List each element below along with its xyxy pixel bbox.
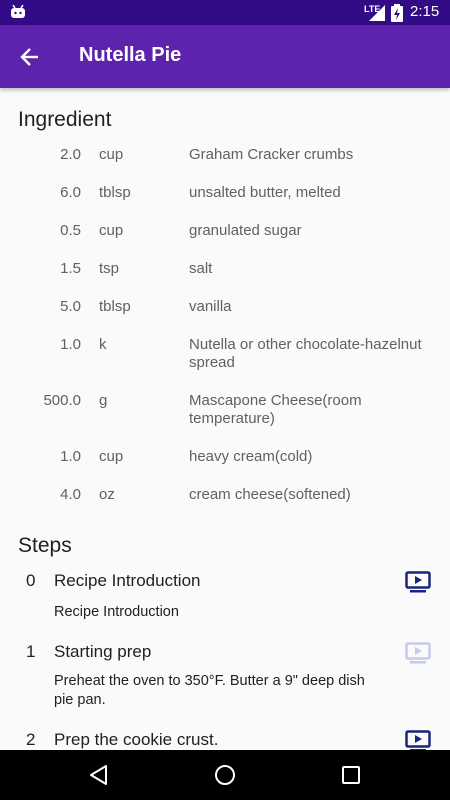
ingredient-unit: cup (99, 146, 124, 163)
ingredient-qty: 0.5 (60, 222, 81, 239)
step-description: Preheat the oven to 350°F. Butter a 9" d… (54, 673, 365, 708)
ingredient-name: vanilla (189, 298, 232, 315)
ingredient-qty: 2.0 (60, 146, 81, 163)
ingredient-unit: k (99, 336, 107, 353)
ingredient-unit: tblsp (99, 298, 131, 315)
video-icon[interactable] (405, 571, 431, 593)
video-icon-disabled (405, 642, 431, 664)
circle-home-icon[interactable] (213, 763, 237, 787)
ingredient-unit: cup (99, 222, 124, 239)
video-icon[interactable] (405, 730, 431, 750)
ingredient-name: Mascapone Cheese(room temperature) (189, 392, 362, 427)
ingredient-unit: tsp (99, 260, 120, 277)
ingredient-name: Graham Cracker crumbs (189, 146, 354, 163)
system-nav-bar (0, 750, 450, 800)
ingredient-unit: tblsp (99, 184, 131, 201)
steps-heading: Steps (18, 534, 72, 557)
ingredients-heading: Ingredient (18, 108, 112, 131)
clock: 2:15 (410, 3, 440, 20)
ingredient-qty: 5.0 (60, 298, 81, 315)
ingredient-name: heavy cream(cold) (189, 448, 313, 465)
status-bar: LTE 2:15 (0, 0, 450, 25)
step-title: Recipe Introduction (54, 571, 201, 590)
ingredient-unit: cup (99, 448, 124, 465)
step-number: 1 (26, 642, 36, 661)
ingredient-qty: 1.0 (60, 448, 81, 465)
back-button[interactable] (14, 41, 46, 73)
square-recents-icon[interactable] (339, 763, 363, 787)
ingredient-unit: g (99, 392, 108, 409)
arrow-back-icon (20, 48, 38, 66)
step-description: Recipe Introduction (54, 604, 179, 620)
ingredient-qty: 500.0 (43, 392, 81, 409)
ingredient-qty: 1.5 (60, 260, 81, 277)
recipe-detail[interactable]: Ingredient 2.0 cup Graham Cracker crumbs… (0, 88, 450, 750)
ingredient-name: salt (189, 260, 213, 277)
app-bar: Nutella Pie (0, 25, 450, 88)
ingredient-name: Nutella or other chocolate-hazelnut spre… (189, 336, 422, 371)
battery-charging-icon (391, 4, 403, 22)
signal-icon (369, 5, 385, 21)
step-number: 0 (26, 571, 36, 590)
step-title: Starting prep (54, 642, 152, 661)
page-title: Nutella Pie (79, 44, 182, 66)
ingredient-qty: 4.0 (60, 486, 81, 503)
ingredient-unit: oz (99, 486, 115, 503)
ingredient-name: granulated sugar (189, 222, 302, 239)
android-notification-icon (11, 5, 25, 18)
ingredient-qty: 6.0 (60, 184, 81, 201)
ingredient-name: unsalted butter, melted (189, 184, 341, 201)
triangle-back-icon[interactable] (87, 763, 111, 787)
step-number: 2 (26, 730, 36, 749)
step-title: Prep the cookie crust. (54, 730, 219, 749)
ingredient-name: cream cheese(softened) (189, 486, 351, 503)
ingredient-qty: 1.0 (60, 336, 81, 353)
